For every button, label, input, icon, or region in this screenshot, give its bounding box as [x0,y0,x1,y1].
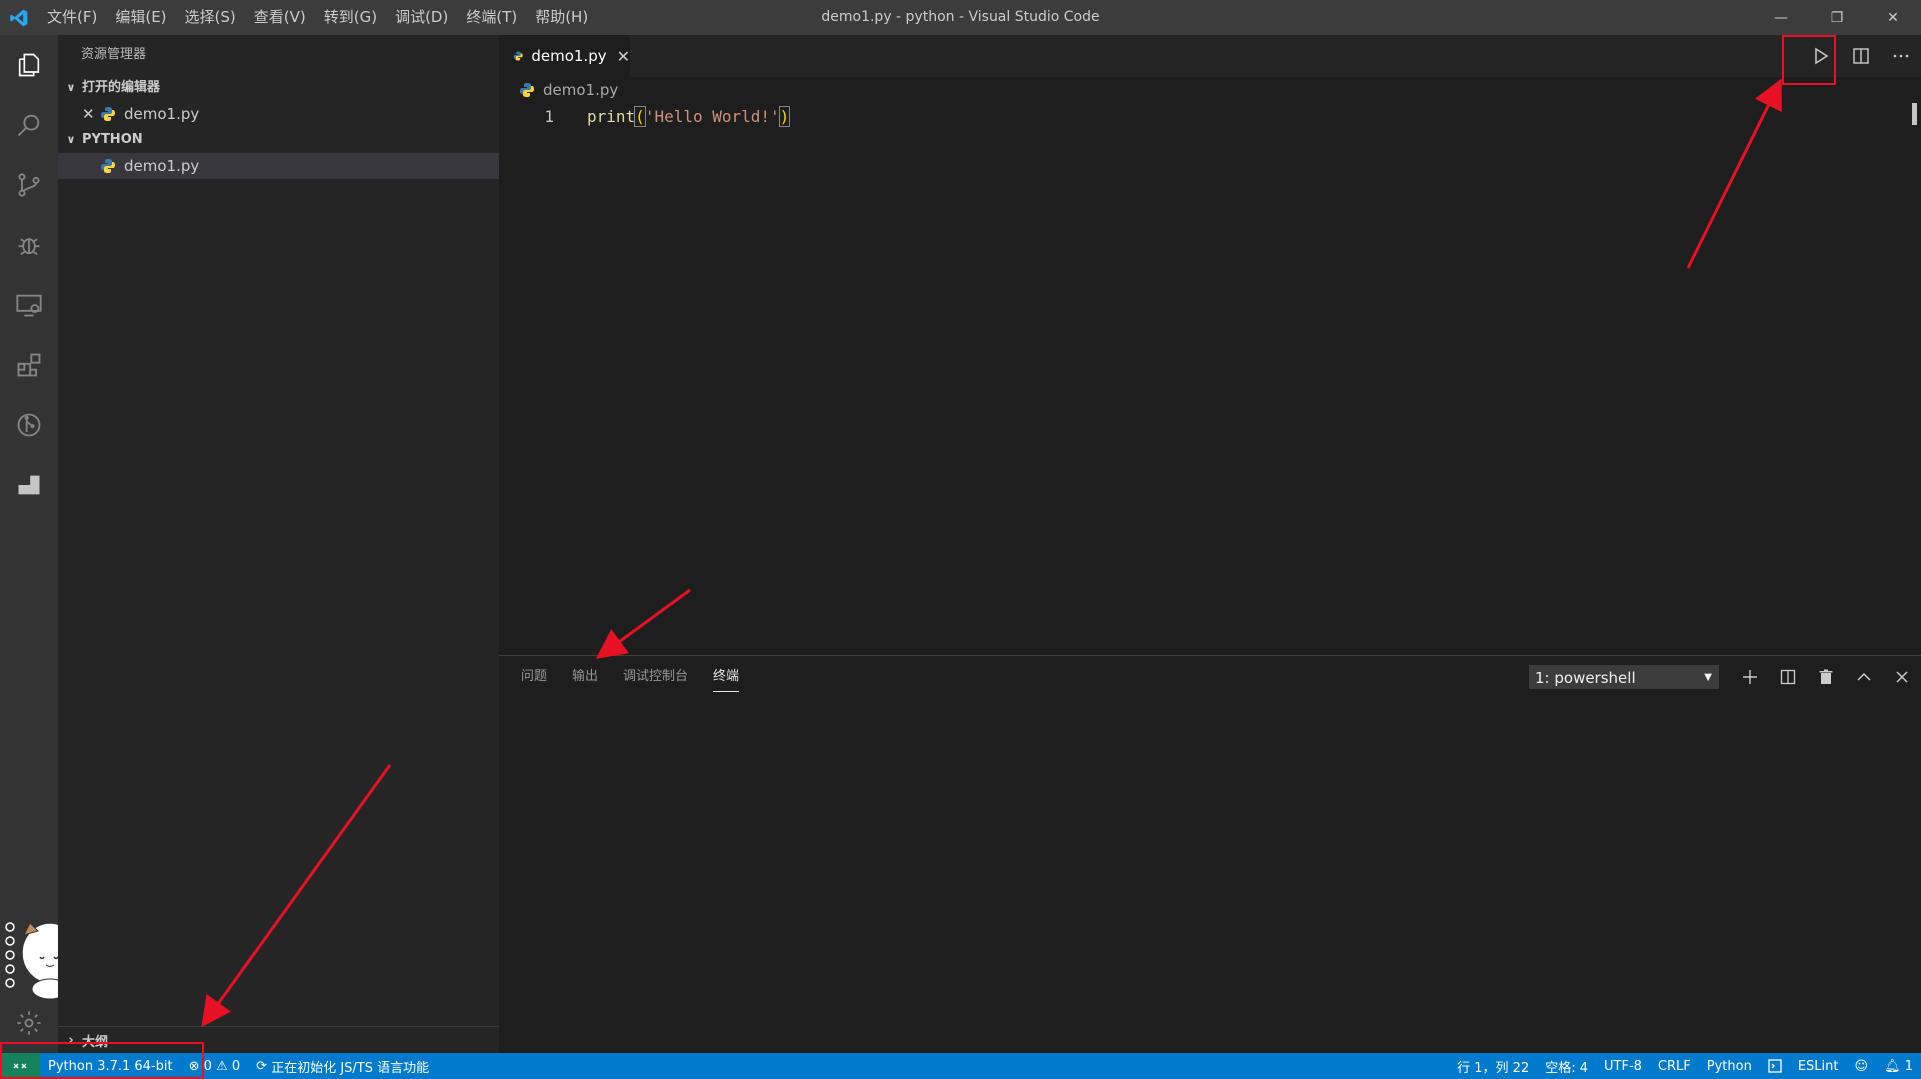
status-bar: Python 3.7.1 64-bit ⊗ 0 ⚠ 0 ⟳ 正在初始化 JS/T… [0,1053,1921,1079]
trash-icon[interactable] [1807,656,1845,698]
chevron-down-icon: ∨ [66,81,76,94]
code-token-paren-open: ( [634,105,646,127]
restore-button[interactable]: ❐ [1809,0,1865,35]
code-token-string: 'Hello World!' [644,106,780,126]
breadcrumb[interactable]: demo1.py [499,77,1921,103]
tab-demo1[interactable]: demo1.py ✕ [499,35,630,77]
panel-actions: 1: powershell ▼ [1529,656,1921,698]
code-token-function: print [587,106,636,126]
language-server-text: 正在初始化 JS/TS 语言功能 [271,1060,430,1076]
vscode-logo-icon[interactable] [0,0,38,35]
maximize-panel-icon[interactable] [1845,656,1883,698]
menu-goto[interactable]: 转到(G) [315,0,386,35]
python-file-icon [101,159,115,173]
editor-tabs: demo1.py ✕ [499,35,1921,77]
git-history-icon[interactable] [0,395,58,455]
open-editor-item[interactable]: ✕ demo1.py [58,101,499,127]
tab-problems[interactable]: 问题 [521,656,547,698]
breadcrumb-file: demo1.py [543,81,619,99]
cursor-position[interactable]: 行 1，列 22 [1449,1057,1537,1076]
indentation[interactable]: 空格: 4 [1537,1057,1596,1076]
eslint-status[interactable]: ESLint [1790,1059,1847,1074]
new-terminal-icon[interactable] [1731,656,1769,698]
sync-icon: ⟳ [256,1058,268,1074]
debug-icon[interactable] [0,215,58,275]
code-token-paren-close: ) [778,105,791,127]
line-endings[interactable]: CRLF [1650,1059,1699,1074]
split-terminal-icon[interactable] [1769,656,1807,698]
open-editors-label: 打开的编辑器 [82,80,161,95]
folder-label: PYTHON [82,132,143,147]
notifications[interactable]: 🔔︎ 1 [1876,1059,1921,1074]
menu-file[interactable]: 文件(F) [38,0,106,35]
window-controls: — ❐ ✕ [1753,0,1921,35]
terminal-select-value: 1: powershell [1535,669,1636,687]
chevron-down-icon: ∨ [66,133,76,146]
menu-bar: 文件(F) 编辑(E) 选择(S) 查看(V) 转到(G) 调试(D) 终端(T… [38,0,597,35]
more-actions-icon[interactable] [1881,35,1921,77]
title-bar: 文件(F) 编辑(E) 选择(S) 查看(V) 转到(G) 调试(D) 终端(T… [0,0,1921,35]
code-text[interactable]: print('Hello World!') [587,105,791,127]
bottom-panel: 问题 输出 调试控制台 终端 1: powershell ▼ [499,655,1921,1054]
annotation-box-interpreter [0,1042,204,1079]
dropdown-arrow-icon: ▼ [1704,672,1712,683]
menu-view[interactable]: 查看(V) [245,0,315,35]
menu-selection[interactable]: 选择(S) [176,0,245,35]
minimize-button[interactable]: — [1753,0,1809,35]
close-icon[interactable]: ✕ [82,101,98,127]
tab-close-icon[interactable]: ✕ [617,47,630,66]
folder-section[interactable]: ∨ PYTHON [58,127,499,153]
notification-count: 1 [1904,1058,1913,1074]
tab-terminal[interactable]: 终端 [713,656,740,698]
status-bar-right: 行 1，列 22 空格: 4 UTF-8 CRLF Python ESLint … [1449,1053,1921,1079]
folder-file-item[interactable]: demo1.py [58,153,499,179]
explorer-icon[interactable] [0,35,58,95]
tab-debug-console[interactable]: 调试控制台 [623,656,688,698]
code-line[interactable]: 1 print('Hello World!') [499,103,1921,129]
editor-group: demo1.py ✕ demo1.py 1 print('Hello World… [499,35,1921,655]
feedback-smiley-icon[interactable]: ☺ [1847,1059,1877,1074]
docker-icon[interactable] [0,455,58,515]
remote-explorer-icon[interactable] [0,275,58,335]
activity-bar [0,35,81,1053]
extensions-icon[interactable] [0,335,58,395]
split-editor-icon[interactable] [1841,35,1881,77]
overview-ruler-cursor [1912,103,1917,125]
warning-count: 0 [231,1058,241,1074]
tab-output[interactable]: 输出 [572,656,598,698]
terminal-status-icon[interactable] [1760,1059,1790,1073]
folder-filename: demo1.py [124,157,200,175]
python-file-icon [101,107,115,121]
warning-icon: ⚠ [216,1058,228,1074]
search-icon[interactable] [0,95,58,155]
close-window-button[interactable]: ✕ [1865,0,1921,35]
language-mode[interactable]: Python [1699,1059,1760,1074]
bell-icon: 🔔︎ [1884,1058,1901,1074]
explorer-sidebar: 资源管理器 ∨ 打开的编辑器 ✕ demo1.py ∨ PYTHON demo1… [58,35,499,1053]
line-number: 1 [544,106,554,126]
close-panel-icon[interactable] [1883,656,1921,698]
error-count: 0 [203,1058,212,1074]
source-control-icon[interactable] [0,155,58,215]
menu-edit[interactable]: 编辑(E) [106,0,175,35]
file-encoding[interactable]: UTF-8 [1596,1059,1650,1074]
sidebar-title: 资源管理器 [81,47,147,62]
menu-help[interactable]: 帮助(H) [526,0,597,35]
tab-label: demo1.py [531,47,607,65]
language-server-status[interactable]: ⟳ 正在初始化 JS/TS 语言功能 [248,1057,437,1076]
menu-terminal[interactable]: 终端(T) [457,0,526,35]
open-editors-section[interactable]: ∨ 打开的编辑器 [58,75,499,101]
open-editor-filename: demo1.py [124,105,200,123]
python-file-icon [520,83,534,97]
terminal-select[interactable]: 1: powershell ▼ [1529,665,1719,689]
menu-debug[interactable]: 调试(D) [386,0,457,35]
annotation-box-run [1782,35,1836,85]
python-file-icon [513,51,523,61]
